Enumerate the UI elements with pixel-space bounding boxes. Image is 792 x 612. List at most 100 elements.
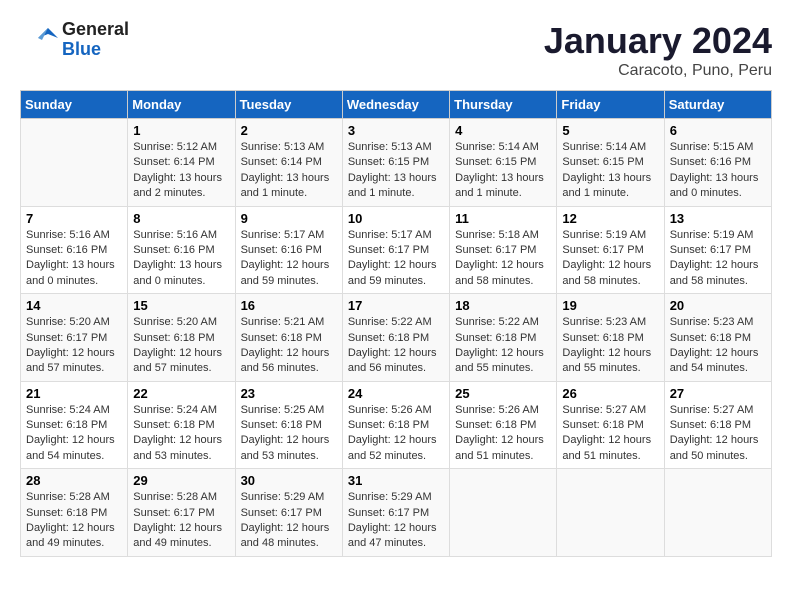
day-info: Sunrise: 5:28 AMSunset: 6:18 PMDaylight:… <box>26 490 122 552</box>
day-info: Sunrise: 5:26 AMSunset: 6:18 PMDaylight:… <box>348 403 444 465</box>
day-info: Sunrise: 5:19 AMSunset: 6:17 PMDaylight:… <box>562 228 658 290</box>
day-number: 13 <box>670 211 766 226</box>
day-cell: 14 Sunrise: 5:20 AMSunset: 6:17 PMDayligh… <box>21 294 128 382</box>
day-number: 30 <box>241 473 337 488</box>
day-number: 6 <box>670 123 766 138</box>
day-info: Sunrise: 5:28 AMSunset: 6:17 PMDaylight:… <box>133 490 229 552</box>
day-cell: 17 Sunrise: 5:22 AMSunset: 6:18 PMDayligh… <box>342 294 449 382</box>
day-number: 14 <box>26 298 122 313</box>
day-cell: 2Sunrise: 5:13 AMSunset: 6:14 PMDaylight… <box>235 119 342 207</box>
day-info: Sunrise: 5:20 AMSunset: 6:17 PMDaylight:… <box>26 315 122 377</box>
day-info: Sunrise: 5:29 AMSunset: 6:17 PMDaylight:… <box>241 490 337 552</box>
day-cell: 26Sunrise: 5:27 AMSunset: 6:18 PMDayligh… <box>557 381 664 469</box>
calendar-title: January 2024 <box>544 20 772 62</box>
day-info: Sunrise: 5:27 AMSunset: 6:18 PMDaylight:… <box>670 403 766 465</box>
day-cell: 22 Sunrise: 5:24 AMSunset: 6:18 PMDayligh… <box>128 381 235 469</box>
day-cell: 10Sunrise: 5:17 AMSunset: 6:17 PMDayligh… <box>342 206 449 294</box>
day-info: Sunrise: 5:23 AMSunset: 6:18 PMDaylight:… <box>670 315 766 377</box>
day-cell: 23Sunrise: 5:25 AMSunset: 6:18 PMDayligh… <box>235 381 342 469</box>
day-number: 26 <box>562 386 658 401</box>
day-info: Sunrise: 5:24 AMSunset: 6:18 PMDaylight:… <box>133 403 229 465</box>
week-row-4: 28 Sunrise: 5:28 AMSunset: 6:18 PMDayligh… <box>21 469 772 557</box>
day-info: Sunrise: 5:14 AMSunset: 6:15 PMDaylight:… <box>562 140 658 202</box>
day-info: Sunrise: 5:13 AMSunset: 6:15 PMDaylight:… <box>348 140 444 202</box>
logo: General Blue <box>20 20 129 60</box>
day-number: 16 <box>241 298 337 313</box>
day-number: 20 <box>670 298 766 313</box>
day-cell: 25 Sunrise: 5:26 AMSunset: 6:18 PMDayligh… <box>450 381 557 469</box>
day-number: 7 <box>26 211 122 226</box>
day-info: Sunrise: 5:22 AMSunset: 6:18 PMDaylight:… <box>455 315 551 377</box>
day-number: 28 <box>26 473 122 488</box>
day-number: 27 <box>670 386 766 401</box>
logo-blue-text: Blue <box>62 40 129 60</box>
day-info: Sunrise: 5:24 AMSunset: 6:18 PMDaylight:… <box>26 403 122 465</box>
day-cell: 15Sunrise: 5:20 AMSunset: 6:18 PMDayligh… <box>128 294 235 382</box>
day-cell <box>664 469 771 557</box>
day-info: Sunrise: 5:18 AMSunset: 6:17 PMDaylight:… <box>455 228 551 290</box>
day-info: Sunrise: 5:29 AMSunset: 6:17 PMDaylight:… <box>348 490 444 552</box>
week-row-1: 7 Sunrise: 5:16 AMSunset: 6:16 PMDaylight… <box>21 206 772 294</box>
day-cell: 30 Sunrise: 5:29 AMSunset: 6:17 PMDayligh… <box>235 469 342 557</box>
week-row-2: 14 Sunrise: 5:20 AMSunset: 6:17 PMDayligh… <box>21 294 772 382</box>
day-number: 31 <box>348 473 444 488</box>
day-cell: 11Sunrise: 5:18 AMSunset: 6:17 PMDayligh… <box>450 206 557 294</box>
day-cell: 3 Sunrise: 5:13 AMSunset: 6:15 PMDaylight… <box>342 119 449 207</box>
calendar-body: 1 Sunrise: 5:12 AMSunset: 6:14 PMDaylight… <box>21 119 772 557</box>
day-number: 24 <box>348 386 444 401</box>
day-info: Sunrise: 5:12 AMSunset: 6:14 PMDaylight:… <box>133 140 229 202</box>
day-cell: 7 Sunrise: 5:16 AMSunset: 6:16 PMDaylight… <box>21 206 128 294</box>
day-info: Sunrise: 5:23 AMSunset: 6:18 PMDaylight:… <box>562 315 658 377</box>
day-cell: 5 Sunrise: 5:14 AMSunset: 6:15 PMDaylight… <box>557 119 664 207</box>
day-cell <box>557 469 664 557</box>
day-info: Sunrise: 5:13 AMSunset: 6:14 PMDaylight:… <box>241 140 337 202</box>
day-info: Sunrise: 5:17 AMSunset: 6:16 PMDaylight:… <box>241 228 337 290</box>
day-cell: 8Sunrise: 5:16 AMSunset: 6:16 PMDaylight… <box>128 206 235 294</box>
calendar-subtitle: Caracoto, Puno, Peru <box>544 62 772 80</box>
day-info: Sunrise: 5:26 AMSunset: 6:18 PMDaylight:… <box>455 403 551 465</box>
day-cell: 1 Sunrise: 5:12 AMSunset: 6:14 PMDaylight… <box>128 119 235 207</box>
day-number: 8 <box>133 211 229 226</box>
day-number: 5 <box>562 123 658 138</box>
day-cell: 13 Sunrise: 5:19 AMSunset: 6:17 PMDayligh… <box>664 206 771 294</box>
day-number: 25 <box>455 386 551 401</box>
day-number: 9 <box>241 211 337 226</box>
logo-general-text: General <box>62 20 129 40</box>
day-cell <box>450 469 557 557</box>
day-cell <box>21 119 128 207</box>
day-info: Sunrise: 5:22 AMSunset: 6:18 PMDaylight:… <box>348 315 444 377</box>
week-row-3: 21 Sunrise: 5:24 AMSunset: 6:18 PMDayligh… <box>21 381 772 469</box>
day-cell: 18Sunrise: 5:22 AMSunset: 6:18 PMDayligh… <box>450 294 557 382</box>
header-thursday: Thursday <box>450 91 557 119</box>
day-number: 15 <box>133 298 229 313</box>
day-cell: 4Sunrise: 5:14 AMSunset: 6:15 PMDaylight… <box>450 119 557 207</box>
day-info: Sunrise: 5:19 AMSunset: 6:17 PMDaylight:… <box>670 228 766 290</box>
day-number: 17 <box>348 298 444 313</box>
day-cell: 16 Sunrise: 5:21 AMSunset: 6:18 PMDayligh… <box>235 294 342 382</box>
day-number: 4 <box>455 123 551 138</box>
day-number: 22 <box>133 386 229 401</box>
day-number: 12 <box>562 211 658 226</box>
day-info: Sunrise: 5:16 AMSunset: 6:16 PMDaylight:… <box>26 228 122 290</box>
header-sunday: Sunday <box>21 91 128 119</box>
day-cell: 27 Sunrise: 5:27 AMSunset: 6:18 PMDayligh… <box>664 381 771 469</box>
day-info: Sunrise: 5:21 AMSunset: 6:18 PMDaylight:… <box>241 315 337 377</box>
week-row-0: 1 Sunrise: 5:12 AMSunset: 6:14 PMDaylight… <box>21 119 772 207</box>
calendar-table: SundayMondayTuesdayWednesdayThursdayFrid… <box>20 90 772 557</box>
day-number: 21 <box>26 386 122 401</box>
day-cell: 12 Sunrise: 5:19 AMSunset: 6:17 PMDayligh… <box>557 206 664 294</box>
header-monday: Monday <box>128 91 235 119</box>
calendar-header-row: SundayMondayTuesdayWednesdayThursdayFrid… <box>21 91 772 119</box>
day-cell: 29 Sunrise: 5:28 AMSunset: 6:17 PMDayligh… <box>128 469 235 557</box>
day-info: Sunrise: 5:15 AMSunset: 6:16 PMDaylight:… <box>670 140 766 202</box>
day-cell: 20 Sunrise: 5:23 AMSunset: 6:18 PMDayligh… <box>664 294 771 382</box>
header-saturday: Saturday <box>664 91 771 119</box>
header-friday: Friday <box>557 91 664 119</box>
logo-icon <box>20 20 60 60</box>
day-cell: 31 Sunrise: 5:29 AMSunset: 6:17 PMDayligh… <box>342 469 449 557</box>
day-number: 1 <box>133 123 229 138</box>
day-cell: 24 Sunrise: 5:26 AMSunset: 6:18 PMDayligh… <box>342 381 449 469</box>
day-number: 29 <box>133 473 229 488</box>
day-number: 3 <box>348 123 444 138</box>
day-number: 23 <box>241 386 337 401</box>
